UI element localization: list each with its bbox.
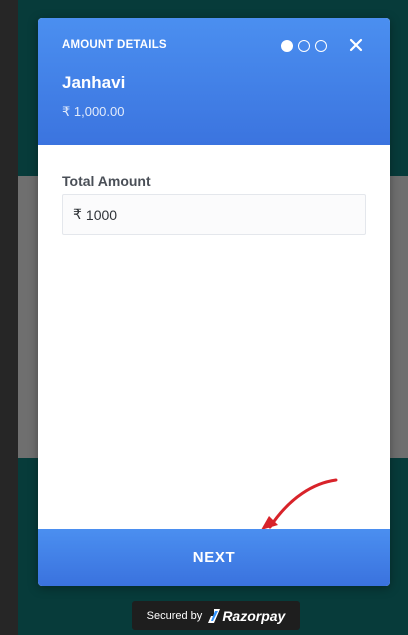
currency-symbol: ₹ — [73, 206, 82, 222]
progress-dot-1 — [281, 40, 293, 52]
left-edge-strip — [0, 0, 18, 635]
modal-body: Total Amount ₹ — [38, 145, 390, 530]
progress-dot-2 — [298, 40, 310, 52]
razorpay-logo-icon — [208, 608, 221, 623]
modal-header: AMOUNT DETAILS Janhavi ₹ 1,000.00 — [38, 18, 390, 145]
secured-by-text: Secured by — [146, 609, 203, 622]
checkout-modal: AMOUNT DETAILS Janhavi ₹ 1,000.00 Total … — [38, 18, 390, 586]
razorpay-brand: Razorpay — [208, 608, 285, 624]
close-button[interactable] — [347, 36, 365, 54]
secured-by-badge[interactable]: Secured by Razorpay — [132, 601, 300, 630]
razorpay-brand-name: Razorpay — [222, 607, 286, 624]
amount-input[interactable] — [85, 206, 336, 223]
header-amount: ₹ 1,000.00 — [62, 104, 125, 119]
step-title: AMOUNT DETAILS — [62, 39, 167, 51]
progress-dot-3 — [315, 40, 327, 52]
total-amount-label: Total Amount — [62, 173, 151, 189]
close-icon — [349, 38, 363, 52]
amount-field[interactable]: ₹ — [62, 194, 366, 235]
progress-indicator — [281, 40, 327, 52]
merchant-name: Janhavi — [62, 73, 126, 92]
annotation-arrow-icon — [261, 478, 338, 530]
next-button[interactable]: NEXT — [38, 529, 390, 586]
